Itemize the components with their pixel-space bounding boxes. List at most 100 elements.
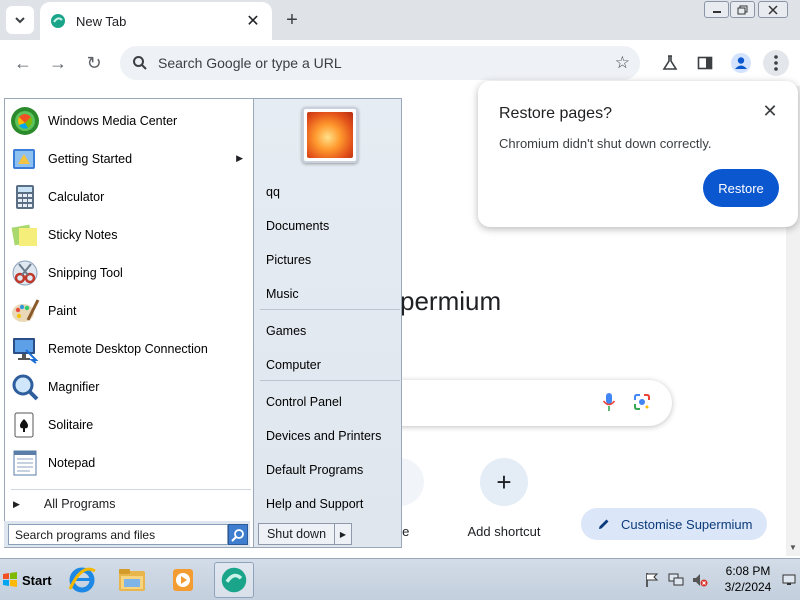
bookmark-star-icon[interactable]: ☆ <box>615 53 630 73</box>
place-documents[interactable]: Documents <box>266 219 329 233</box>
microphone-icon[interactable] <box>602 392 616 415</box>
program-label: Remote Desktop Connection <box>48 342 208 356</box>
start-button[interactable]: Start <box>2 565 54 595</box>
program-label: Calculator <box>48 190 105 204</box>
program-sticky-notes[interactable]: Sticky Notes <box>9 217 251 253</box>
place-devices-and-printers[interactable]: Devices and Printers <box>266 429 381 443</box>
profile-icon <box>731 53 751 73</box>
start-search-bar <box>4 521 250 547</box>
program-magnifier[interactable]: Magnifier <box>9 369 251 405</box>
tab-search-button[interactable] <box>6 6 34 34</box>
program-getting-started[interactable]: Getting Started ▶ <box>9 141 251 177</box>
restore-pages-bubble: Restore pages? Chromium didn't shut down… <box>478 81 798 227</box>
place-help-and-support[interactable]: Help and Support <box>266 497 363 511</box>
brand-heading: permium <box>400 286 502 316</box>
program-paint[interactable]: Paint <box>9 293 251 329</box>
program-remote-desktop-connection[interactable]: Remote Desktop Connection <box>9 331 251 367</box>
program-snipping-tool[interactable]: Snipping Tool <box>9 255 251 291</box>
taskbar-internet-explorer[interactable] <box>62 562 102 598</box>
show-desktop-button[interactable] <box>780 563 798 597</box>
program-label: Snipping Tool <box>48 266 123 280</box>
program-calculator[interactable]: Calculator <box>9 179 251 215</box>
taskbar-media-player[interactable] <box>163 562 203 598</box>
action-center-flag-icon[interactable] <box>642 570 662 590</box>
forward-arrow-icon: → <box>49 52 67 73</box>
minimize-icon <box>712 10 721 13</box>
user-avatar[interactable] <box>302 107 358 163</box>
program-label: Windows Media Center <box>48 114 178 128</box>
place-pictures[interactable]: Pictures <box>266 253 311 267</box>
internet-explorer-icon <box>68 567 96 593</box>
shutdown-button[interactable]: Shut down <box>259 524 335 544</box>
place-computer[interactable]: Computer <box>266 358 321 372</box>
start-menu-places-pane: qq Documents Pictures Music Games Comput… <box>254 98 402 548</box>
customise-label: Customise Supermium <box>621 516 753 532</box>
close-bubble-icon[interactable]: ✕ <box>760 101 780 121</box>
programs-divider <box>11 489 251 490</box>
reload-button[interactable]: ↻ <box>81 50 107 76</box>
program-solitaire[interactable]: Solitaire <box>9 407 251 443</box>
program-windows-media-center[interactable]: Windows Media Center <box>9 103 251 139</box>
magnifier-icon <box>9 371 41 403</box>
close-icon <box>768 4 778 15</box>
restore-window-button[interactable] <box>730 1 755 18</box>
taskbar-windows-explorer[interactable] <box>112 562 152 598</box>
program-notepad[interactable]: Notepad <box>9 445 251 481</box>
customise-button[interactable]: Customise Supermium <box>581 508 767 540</box>
close-tab-icon[interactable]: ✕ <box>244 12 262 30</box>
network-icon[interactable] <box>666 570 686 590</box>
places-divider <box>260 309 400 310</box>
add-shortcut-button[interactable]: + Add shortcut <box>454 458 554 539</box>
menu-button[interactable] <box>763 50 789 76</box>
monitor-icon <box>782 574 796 585</box>
forward-button[interactable]: → <box>45 50 71 76</box>
start-search-button[interactable] <box>228 524 248 545</box>
minimize-button[interactable] <box>704 1 729 18</box>
system-clock[interactable]: 6:08 PM 3/2/2024 <box>718 563 778 595</box>
start-menu: Windows Media Center Getting Started ▶ C… <box>0 95 402 554</box>
all-programs-button[interactable]: ▶ All Programs <box>13 497 115 511</box>
pencil-icon <box>599 519 609 529</box>
solitaire-icon <box>9 409 41 441</box>
place-music[interactable]: Music <box>266 287 299 301</box>
chevron-down-icon <box>15 17 25 24</box>
places-divider <box>260 380 400 381</box>
scroll-down-arrow-icon[interactable]: ▼ <box>789 543 797 552</box>
supermium-icon <box>221 567 247 593</box>
paint-icon <box>9 295 41 327</box>
search-icon <box>231 528 244 542</box>
start-search-input[interactable] <box>8 524 228 545</box>
close-window-button[interactable] <box>758 1 788 18</box>
reload-icon: ↻ <box>86 52 102 73</box>
search-icon <box>130 55 150 71</box>
profile-button[interactable] <box>728 50 754 76</box>
place-default-programs[interactable]: Default Programs <box>266 463 363 477</box>
google-lens-icon[interactable] <box>632 392 652 415</box>
address-input[interactable] <box>158 55 598 71</box>
media-player-icon <box>173 569 193 591</box>
restore-button[interactable]: Restore <box>703 169 779 207</box>
restore-title: Restore pages? <box>499 105 612 122</box>
new-tab-button[interactable]: + <box>280 8 304 32</box>
side-panel-button[interactable] <box>692 50 718 76</box>
taskbar-supermium[interactable] <box>214 562 254 598</box>
program-label: Solitaire <box>48 418 94 432</box>
volume-muted-icon[interactable] <box>690 570 710 590</box>
place-games[interactable]: Games <box>266 324 306 338</box>
place-user-folder[interactable]: qq <box>266 185 280 199</box>
back-arrow-icon: ← <box>14 52 32 73</box>
place-control-panel[interactable]: Control Panel <box>266 395 342 409</box>
side-panel-icon <box>697 56 713 70</box>
program-label: Paint <box>48 304 77 318</box>
restore-icon <box>737 5 747 14</box>
program-label: Sticky Notes <box>48 228 118 242</box>
flask-icon <box>662 55 678 70</box>
shutdown-options-arrow-icon[interactable]: ▶ <box>335 530 351 539</box>
tab-new-tab[interactable]: New Tab ✕ <box>40 2 272 40</box>
submenu-arrow-icon[interactable]: ▶ <box>236 153 243 164</box>
labs-button[interactable] <box>657 50 683 76</box>
ntp-search-box[interactable] <box>380 380 672 426</box>
clock-date: 3/2/2024 <box>724 580 772 594</box>
back-button[interactable]: ← <box>10 50 36 76</box>
omnibox[interactable]: ☆ <box>120 46 640 80</box>
